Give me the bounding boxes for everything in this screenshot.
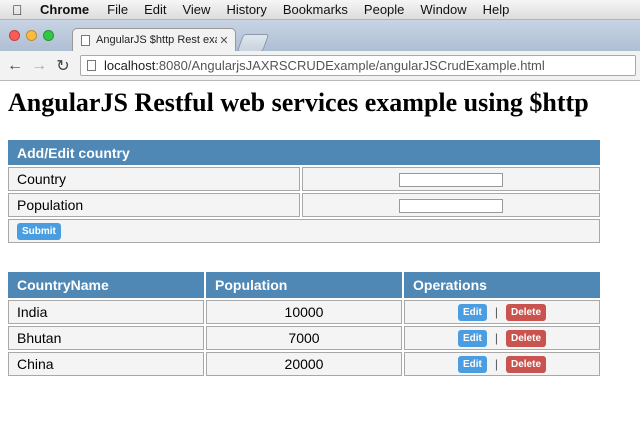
apple-icon[interactable]:  (12, 2, 28, 18)
menu-view[interactable]: View (182, 2, 210, 17)
browser-toolbar: ← → ↻ localhost:8080/AngularjsJAXRSCRUDE… (0, 51, 640, 81)
column-header-countryname: CountryName (8, 272, 204, 298)
tab-title: AngularJS $http Rest exam (96, 34, 217, 46)
close-tab-icon[interactable]: ✕ (217, 34, 231, 47)
page-icon (81, 34, 90, 46)
table-row: Bhutan 7000 Edit | Delete (8, 326, 600, 350)
menu-bookmarks[interactable]: Bookmarks (283, 2, 348, 17)
browser-tab[interactable]: AngularJS $http Rest exam ✕ (72, 28, 236, 51)
edit-button[interactable]: Edit (457, 329, 487, 347)
menu-people[interactable]: People (364, 2, 404, 17)
page-title: AngularJS Restful web services example u… (8, 88, 589, 117)
separator: | (494, 331, 498, 346)
zoom-window-button[interactable] (43, 30, 54, 41)
address-bar[interactable]: localhost:8080/AngularjsJAXRSCRUDExample… (80, 55, 636, 76)
page-content: AngularJS Restful web services example u… (0, 82, 640, 439)
menu-window[interactable]: Window (420, 2, 466, 17)
url-path: :8080/AngularjsJAXRSCRUDExample/angularJ… (155, 58, 545, 73)
table-row: China 20000 Edit | Delete (8, 352, 600, 376)
separator: | (494, 305, 498, 320)
reload-icon[interactable]: ↻ (54, 56, 72, 76)
submit-button[interactable]: Submit (17, 222, 61, 240)
url-host: localhost (104, 58, 156, 73)
forward-arrow-icon[interactable]: → (30, 57, 48, 75)
menu-help[interactable]: Help (483, 2, 510, 17)
window-controls (9, 30, 60, 41)
population-cell: 10000 (206, 300, 402, 324)
column-header-population: Population (206, 272, 402, 298)
delete-button[interactable]: Delete (506, 329, 547, 347)
country-name-cell: India (8, 300, 204, 324)
edit-button[interactable]: Edit (457, 303, 487, 321)
menu-bar:  Chrome File Edit View History Bookmark… (0, 0, 640, 20)
table-row: India 10000 Edit | Delete (8, 300, 600, 324)
population-cell: 7000 (206, 326, 402, 350)
form-title: Add/Edit country (8, 140, 600, 165)
country-label: Country (8, 167, 300, 191)
country-name-cell: Bhutan (8, 326, 204, 350)
country-name-cell: China (8, 352, 204, 376)
delete-button[interactable]: Delete (506, 303, 547, 321)
close-window-button[interactable] (9, 30, 20, 41)
country-list-table: CountryName Population Operations India … (6, 270, 602, 378)
minimize-window-button[interactable] (26, 30, 37, 41)
menu-edit[interactable]: Edit (144, 2, 166, 17)
page-icon (87, 60, 96, 71)
menu-file[interactable]: File (107, 2, 128, 17)
menu-history[interactable]: History (226, 2, 266, 17)
population-label: Population (8, 193, 300, 217)
population-cell: 20000 (206, 352, 402, 376)
edit-button[interactable]: Edit (457, 355, 487, 373)
column-header-operations: Operations (404, 272, 600, 298)
country-input[interactable] (399, 173, 503, 188)
country-form-table: Add/Edit country Country Population Subm… (6, 138, 602, 245)
tab-strip: AngularJS $http Rest exam ✕ (0, 20, 640, 52)
separator: | (494, 357, 498, 372)
back-arrow-icon[interactable]: ← (6, 57, 24, 75)
new-tab-button[interactable] (236, 34, 270, 52)
delete-button[interactable]: Delete (506, 355, 547, 373)
population-input[interactable] (399, 199, 503, 214)
menu-app[interactable]: Chrome (40, 2, 89, 17)
